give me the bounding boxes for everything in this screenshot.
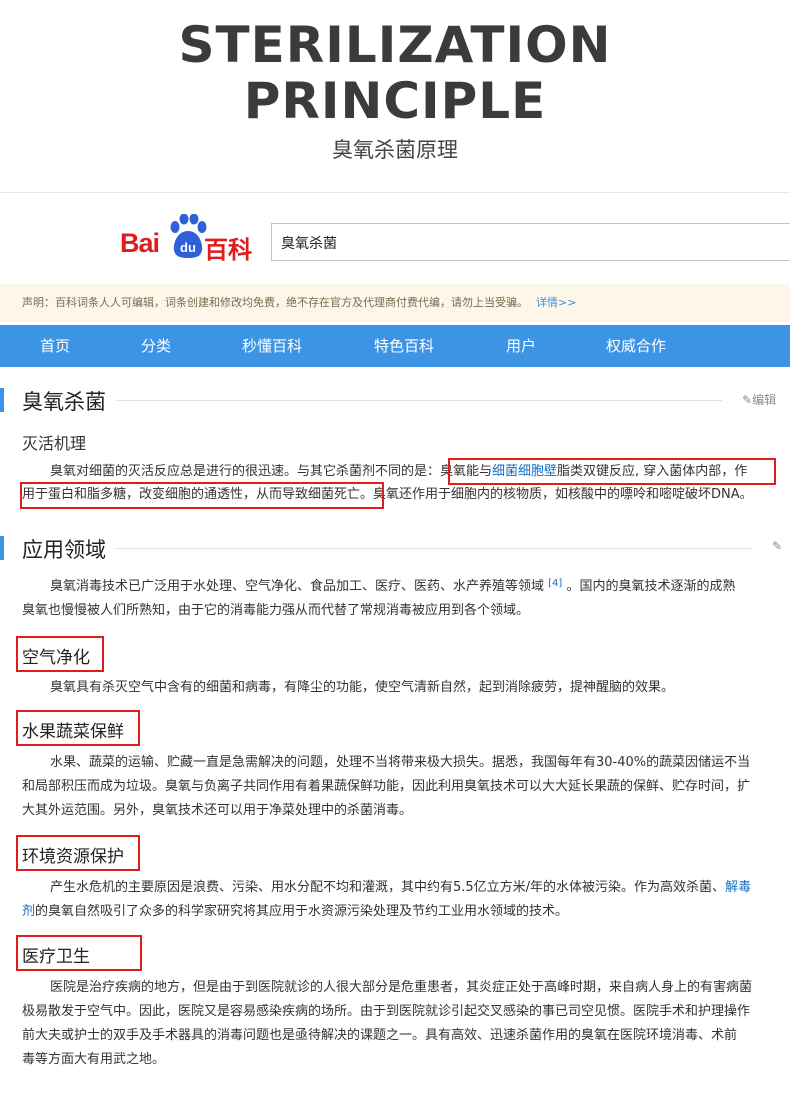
nav-item-category[interactable]: 分类 xyxy=(141,325,171,367)
main-nav: 首页 分类 秒懂百科 特色百科 用户 权威合作 xyxy=(0,325,790,367)
search-input[interactable]: 臭氧杀菌 xyxy=(271,223,790,261)
paragraph-line: 剂的臭氧自然吸引了众多的科学家研究将其应用于水资源污染处理及节约工业用水领域的技… xyxy=(22,904,569,919)
nav-item-user[interactable]: 用户 xyxy=(506,325,536,367)
edit-label: 编辑 xyxy=(752,393,777,407)
paragraph-line: 大其外运范围。另外，臭氧技术还可以用于净菜处理中的杀菌消毒。 xyxy=(22,803,413,818)
highlight-box xyxy=(448,458,776,485)
hero-subtitle: 臭氧杀菌原理 xyxy=(332,138,458,162)
paw-icon: du xyxy=(170,214,207,258)
paragraph-line: 和局部积压而成为垃圾。臭氧与负离子共同作用有着果蔬保鲜功能，因此利用臭氧技术可以… xyxy=(22,779,751,794)
section-heading: 臭氧杀菌 xyxy=(22,390,106,414)
nav-item-video[interactable]: 秒懂百科 xyxy=(242,325,302,367)
pencil-icon: ✎ xyxy=(742,393,753,407)
paragraph-line: 水果、蔬菜的运输、贮藏一直是急需解决的问题，处理不当将带来极大损失。据悉，我国每… xyxy=(50,755,751,770)
nav-item-home[interactable]: 首页 xyxy=(40,325,70,367)
disclaimer-bar: 声明：百科词条人人可编辑，词条创建和修改均免费，绝不存在官方及代理商付费代编，请… xyxy=(0,284,790,322)
section-marker xyxy=(0,388,4,412)
paragraph-line: 臭氧消毒技术已广泛用于水处理、空气净化、食品加工、医疗、医药、水产养殖等领域 [… xyxy=(50,578,736,594)
paragraph-line: 医院是治疗疾病的地方，但是由于到医院就诊的人很大部分是危重患者，其炎症正处于高峰… xyxy=(50,980,753,995)
disclaimer-text: 声明：百科词条人人可编辑，词条创建和修改均免费，绝不存在官方及代理商付费代编，请… xyxy=(22,296,528,309)
logo-baike-text: 百科 xyxy=(204,236,252,264)
environment-heading: 环境资源保护 xyxy=(16,835,140,871)
fruit-preservation-heading: 水果蔬菜保鲜 xyxy=(16,710,140,746)
pencil-icon: ✎ xyxy=(772,539,783,553)
heading-rule xyxy=(116,400,722,401)
detox-link-cont[interactable]: 剂 xyxy=(22,904,35,919)
reference-link[interactable]: [4] xyxy=(548,578,562,589)
paragraph-line: 毒等方面大有用武之地。 xyxy=(22,1052,166,1067)
air-purification-heading: 空气净化 xyxy=(16,636,104,672)
medical-heading: 医疗卫生 xyxy=(16,935,142,971)
hero-title-line1: STERILIZATION xyxy=(178,16,612,74)
paragraph-line: 前大夫或护士的双手及手术器具的消毒问题也是亟待解决的课题之一。具有高效、迅速杀菌… xyxy=(22,1028,738,1043)
highlight-box xyxy=(20,482,384,509)
hero-banner: STERILIZATION PRINCIPLE 臭氧杀菌原理 xyxy=(0,0,790,192)
paragraph-line: 产生水危机的主要原因是浪费、污染、用水分配不均和灌溉，其中约有5.5亿立方米/年… xyxy=(50,880,752,895)
paragraph-line: 臭氧也慢慢被人们所熟知，由于它的消毒能力强从而代替了常规消毒被应用到各个领域。 xyxy=(22,603,530,618)
details-link[interactable]: 详情>> xyxy=(536,296,576,309)
divider xyxy=(0,192,790,193)
section-marker xyxy=(0,536,4,560)
edit-button[interactable]: ✎ xyxy=(772,539,782,553)
baidu-baike-logo[interactable]: Bai du 百科 xyxy=(120,214,260,264)
heading-rule xyxy=(116,548,752,549)
logo-bai-text: Bai xyxy=(120,228,160,258)
nav-item-featured[interactable]: 特色百科 xyxy=(374,325,434,367)
logo-du-text: du xyxy=(180,240,196,255)
detox-link[interactable]: 解毒 xyxy=(725,880,751,895)
edit-button[interactable]: ✎编辑 xyxy=(742,391,776,408)
paragraph-line: 极易散发于空气中。因此，医院又是容易感染疾病的场所。由于到医院就诊引起交叉感染的… xyxy=(22,1004,751,1019)
paragraph-line: 臭氧具有杀灭空气中含有的细菌和病毒，有降尘的功能，使空气清新自然，起到消除疲劳，… xyxy=(50,680,675,695)
section-heading: 应用领域 xyxy=(22,538,106,562)
nav-item-partners[interactable]: 权威合作 xyxy=(606,325,666,367)
subheading: 灭活机理 xyxy=(22,434,87,453)
hero-title-line2: PRINCIPLE xyxy=(243,72,547,130)
